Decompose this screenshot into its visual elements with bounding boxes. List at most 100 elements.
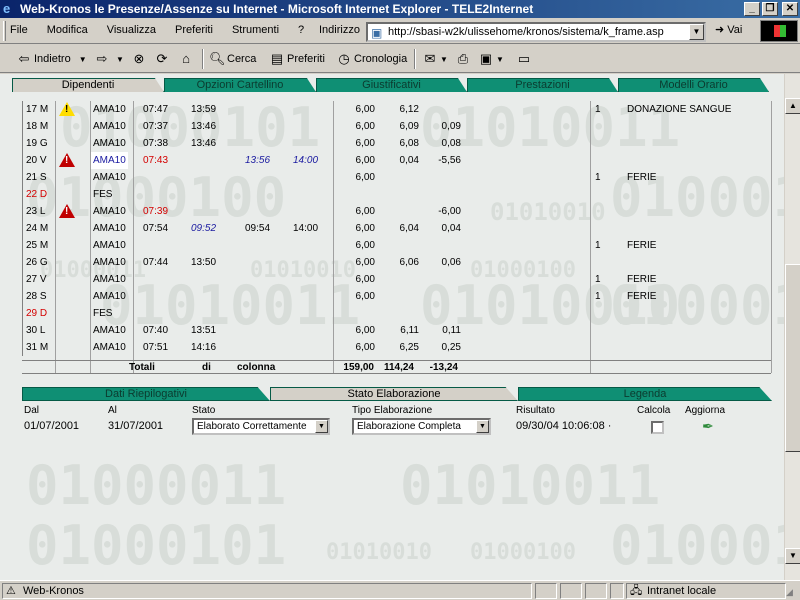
- hours-worked-cell: 0,04: [399, 155, 419, 166]
- edit-button[interactable]: ▣ ▼: [478, 51, 504, 67]
- bg-text-17: 01000100: [610, 514, 784, 577]
- total-value-3: -13,24: [429, 362, 458, 373]
- minimize-button[interactable]: _: [744, 2, 760, 16]
- tab-dipendenti[interactable]: Dipendenti: [12, 78, 164, 92]
- warning-icon[interactable]: [59, 102, 75, 116]
- time-out-cell: 09:52: [191, 223, 217, 234]
- table-row: 28 S AMA10 6,00 1 FERIE: [23, 288, 771, 305]
- time-out2-cell: 14:00: [293, 155, 319, 166]
- aggiorna-icon[interactable]: ✒: [702, 418, 718, 434]
- menu-help[interactable]: ?: [298, 24, 304, 36]
- day-cell: 21 S: [26, 172, 47, 183]
- hours-diff-cell: 0,09: [441, 121, 461, 132]
- back-dropdown-icon[interactable]: ▼: [79, 55, 87, 64]
- search-button[interactable]: 🔍︎ Cerca: [209, 51, 256, 67]
- bg-text-16: 01000100: [470, 540, 576, 565]
- hours-worked-cell: [381, 169, 419, 186]
- total-value-2: 114,24: [383, 362, 414, 373]
- code-cell[interactable]: AMA10: [93, 169, 126, 186]
- code-cell[interactable]: AMA10: [93, 339, 126, 356]
- forward-button[interactable]: ⇨ ▼: [94, 51, 124, 67]
- scroll-down-button[interactable]: ▼: [785, 548, 800, 564]
- home-button[interactable]: ⌂: [178, 51, 196, 67]
- table-row: 31 M AMA10 07:51 14:16 6,00 6,25 0,25: [23, 339, 771, 356]
- time-out2-cell: 14:00: [293, 223, 319, 234]
- code-cell[interactable]: AMA10: [93, 254, 126, 271]
- menu-file[interactable]: File: [10, 24, 28, 36]
- go-button[interactable]: ➜ Vai: [715, 23, 742, 36]
- hours-diff-cell: 0,06: [441, 257, 461, 268]
- code-cell[interactable]: AMA10: [93, 271, 126, 288]
- count-cell: 1: [595, 104, 601, 115]
- address-bar[interactable]: ▣ http://sbasi-w2k/ulissehome/kronos/sis…: [366, 22, 706, 42]
- tab-opzioni-cartellino[interactable]: Opzioni Cartellino: [164, 78, 316, 92]
- hours-worked-cell: [381, 305, 419, 322]
- day-cell: 28 S: [26, 291, 47, 302]
- menu-strumenti[interactable]: Strumenti: [232, 24, 279, 36]
- code-cell[interactable]: AMA10: [93, 101, 126, 118]
- resize-grip-icon[interactable]: ◢: [786, 587, 798, 599]
- print-button[interactable]: ⎙: [455, 51, 473, 67]
- code-cell[interactable]: AMA10: [93, 288, 126, 305]
- forward-dropdown-icon[interactable]: ▼: [116, 55, 124, 64]
- table-row: 22 D FES: [23, 186, 771, 203]
- toolbar-separator: [414, 49, 416, 69]
- hours-worked-cell: 6,04: [399, 223, 419, 234]
- maximize-button[interactable]: ❐: [762, 2, 778, 16]
- toolbar: ⇦ Indietro ▼ ⇨ ▼ ⊗ ⟳ ⌂ 🔍︎ Cerca ▤ Prefer…: [0, 45, 800, 73]
- history-button[interactable]: ◷ Cronologia: [336, 51, 407, 67]
- code-cell[interactable]: AMA10: [93, 322, 126, 339]
- scroll-up-button[interactable]: ▲: [785, 98, 800, 114]
- code-cell[interactable]: AMA10: [93, 203, 126, 220]
- hours-diff-cell: 0,04: [441, 223, 461, 234]
- total-value-1: 159,00: [343, 362, 374, 373]
- time-in2-cell: 13:56: [245, 155, 271, 166]
- tab-modelli-orario[interactable]: Modelli Orario: [618, 78, 769, 92]
- chevron-down-icon[interactable]: ▼: [476, 420, 489, 433]
- menu-preferiti[interactable]: Preferiti: [175, 24, 213, 36]
- code-cell[interactable]: AMA10: [93, 237, 126, 254]
- favorites-button[interactable]: ▤ Preferiti: [269, 51, 325, 67]
- tab-prestazioni[interactable]: Prestazioni: [467, 78, 618, 92]
- totals-row: Totali di colonna 159,00 114,24 -13,24: [22, 360, 771, 374]
- code-cell[interactable]: FES: [93, 186, 112, 203]
- code-cell[interactable]: FES: [93, 305, 112, 322]
- zone-text: Intranet locale: [647, 585, 717, 597]
- day-cell: 20 V: [26, 155, 47, 166]
- tab-legenda[interactable]: Legenda: [518, 387, 772, 401]
- stato-select[interactable]: Elaborato Correttamente ▼: [192, 418, 330, 435]
- refresh-button[interactable]: ⟳: [154, 51, 172, 67]
- search-icon: 🔍︎: [209, 51, 226, 66]
- chevron-down-icon[interactable]: ▼: [315, 420, 328, 433]
- calcola-checkbox[interactable]: [651, 421, 664, 434]
- warning-icon[interactable]: [59, 153, 75, 167]
- hours-diff-cell: 0,25: [441, 342, 461, 353]
- close-button[interactable]: ✕: [782, 2, 798, 16]
- hours-due-cell: [337, 186, 375, 203]
- code-cell[interactable]: AMA10: [93, 118, 126, 135]
- warning-icon[interactable]: [59, 204, 75, 218]
- hours-due-cell: 6,00: [355, 257, 375, 268]
- back-button[interactable]: ⇦ Indietro ▼: [16, 51, 87, 67]
- discuss-button[interactable]: ▭: [516, 51, 534, 67]
- vertical-scrollbar[interactable]: ▲ ▼: [784, 74, 800, 580]
- address-dropdown-button[interactable]: ▼: [689, 24, 704, 40]
- tipo-elaborazione-select[interactable]: Elaborazione Completa ▼: [352, 418, 491, 435]
- scroll-thumb[interactable]: [785, 264, 800, 452]
- hours-diff-cell: [421, 288, 461, 305]
- menu-visualizza[interactable]: Visualizza: [107, 24, 156, 36]
- hours-worked-cell: 6,09: [399, 121, 419, 132]
- hours-diff-cell: [421, 186, 461, 203]
- code-cell[interactable]: AMA10: [93, 220, 126, 237]
- code-cell[interactable]: AMA10: [93, 135, 126, 152]
- tab-dati-riepilogativi[interactable]: Dati Riepilogativi: [22, 387, 270, 401]
- hours-due-cell: 6,00: [355, 325, 375, 336]
- tab-giustificativi[interactable]: Giustificativi: [316, 78, 467, 92]
- menu-modifica[interactable]: Modifica: [47, 24, 88, 36]
- stop-button[interactable]: ⊗: [131, 51, 149, 67]
- mail-button[interactable]: ✉ ▼: [422, 51, 448, 67]
- code-cell[interactable]: AMA10: [91, 152, 128, 169]
- status-text: Web-Kronos: [23, 585, 84, 597]
- tab-stato-elaborazione[interactable]: Stato Elaborazione: [270, 387, 518, 401]
- day-cell: 27 V: [26, 274, 47, 285]
